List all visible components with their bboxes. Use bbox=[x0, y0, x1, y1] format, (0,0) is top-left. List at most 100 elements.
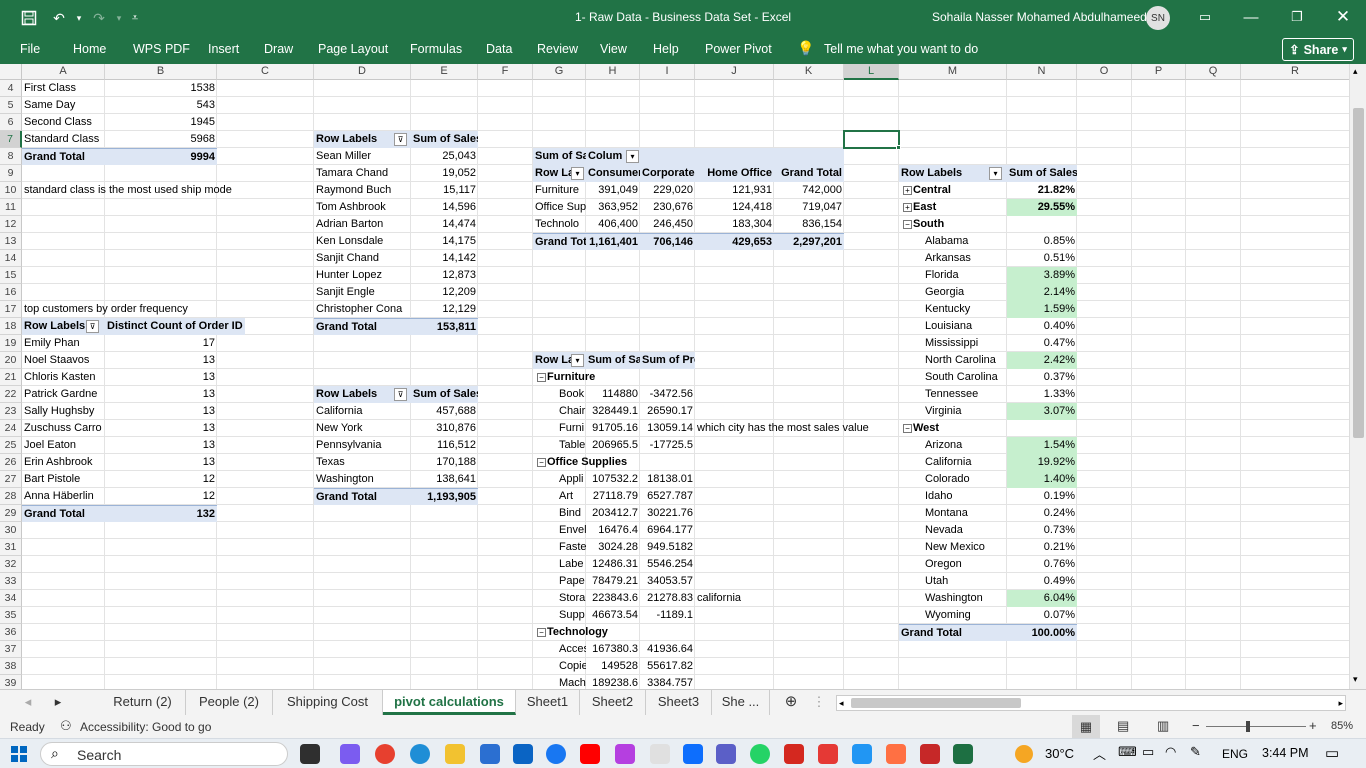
wifi-icon[interactable]: ◠ bbox=[1165, 744, 1176, 760]
expand-icon[interactable]: + bbox=[903, 186, 912, 195]
tab-page-layout[interactable]: Page Layout bbox=[318, 42, 388, 56]
column-header-q[interactable]: Q bbox=[1186, 64, 1241, 80]
row-header-37[interactable]: 37 bbox=[0, 641, 22, 658]
windows-start-icon[interactable] bbox=[11, 746, 27, 762]
facebook-icon[interactable] bbox=[546, 744, 566, 764]
row-header-33[interactable]: 33 bbox=[0, 573, 22, 590]
store-icon[interactable] bbox=[480, 744, 500, 764]
row-header-31[interactable]: 31 bbox=[0, 539, 22, 556]
row-header-26[interactable]: 26 bbox=[0, 454, 22, 471]
pdf-icon[interactable] bbox=[818, 744, 838, 764]
collapse-icon[interactable]: − bbox=[537, 373, 546, 382]
column-header-h[interactable]: H bbox=[586, 64, 640, 80]
redo-icon[interactable]: ↷ bbox=[88, 7, 110, 29]
row-header-8[interactable]: 8 bbox=[0, 148, 22, 165]
vertical-scroll-thumb[interactable] bbox=[1353, 108, 1364, 438]
scroll-left-icon[interactable]: ◂ bbox=[839, 696, 844, 710]
pen-icon[interactable]: ✎ bbox=[1190, 744, 1201, 760]
row-header-13[interactable]: 13 bbox=[0, 233, 22, 250]
sheet-tab[interactable]: Sheet2 bbox=[580, 690, 646, 715]
column-header-p[interactable]: P bbox=[1132, 64, 1186, 80]
vertical-scrollbar[interactable]: ▴ ▾ bbox=[1349, 64, 1366, 689]
scroll-up-icon[interactable]: ▴ bbox=[1353, 66, 1358, 77]
weather-icon[interactable] bbox=[1015, 745, 1033, 763]
row-header-14[interactable]: 14 bbox=[0, 250, 22, 267]
column-header-l[interactable]: L bbox=[844, 64, 899, 80]
column-header-i[interactable]: I bbox=[640, 64, 695, 80]
column-header-d[interactable]: D bbox=[314, 64, 411, 80]
minimize-button[interactable]: — bbox=[1236, 6, 1266, 28]
select-all-corner[interactable] bbox=[0, 64, 22, 80]
tab-wps-pdf[interactable]: WPS PDF bbox=[133, 42, 190, 56]
column-header-g[interactable]: G bbox=[533, 64, 586, 80]
row-header-6[interactable]: 6 bbox=[0, 114, 22, 131]
zoom-slider-thumb[interactable] bbox=[1246, 721, 1250, 732]
row-header-34[interactable]: 34 bbox=[0, 590, 22, 607]
column-header-o[interactable]: O bbox=[1077, 64, 1132, 80]
row-header-18[interactable]: 18 bbox=[0, 318, 22, 335]
youtube-icon[interactable] bbox=[580, 744, 600, 764]
zoom-level[interactable]: 85% bbox=[1331, 720, 1353, 732]
task-view-icon[interactable] bbox=[300, 744, 320, 764]
column-header-a[interactable]: A bbox=[22, 64, 105, 80]
undo-dropdown-icon[interactable]: ▾ bbox=[68, 7, 90, 29]
taskbar-search-box[interactable]: ⌕ Search bbox=[40, 742, 288, 766]
next-sheet-icon[interactable]: ▸ bbox=[46, 690, 70, 715]
page-break-view-icon[interactable]: ▥ bbox=[1157, 718, 1169, 734]
tab-file[interactable]: File bbox=[20, 42, 40, 56]
row-header-12[interactable]: 12 bbox=[0, 216, 22, 233]
row-header-17[interactable]: 17 bbox=[0, 301, 22, 318]
teams-icon[interactable] bbox=[716, 744, 736, 764]
row-header-27[interactable]: 27 bbox=[0, 471, 22, 488]
sheet-tab[interactable]: She ... bbox=[712, 690, 770, 715]
clock[interactable]: 3:44 PM bbox=[1262, 746, 1309, 760]
share-button[interactable]: ⇪ Share ▾ bbox=[1282, 38, 1354, 61]
collapse-icon[interactable]: − bbox=[903, 220, 912, 229]
filter-dropdown-icon[interactable]: ▾ bbox=[989, 167, 1002, 180]
copilot-icon[interactable] bbox=[340, 744, 360, 764]
tab-review[interactable]: Review bbox=[537, 42, 578, 56]
ribbon-display-icon[interactable]: ▭ bbox=[1190, 6, 1220, 28]
save-icon[interactable] bbox=[18, 7, 40, 29]
outlook-icon[interactable] bbox=[513, 744, 533, 764]
column-header-r[interactable]: R bbox=[1241, 64, 1350, 80]
horizontal-scroll-thumb[interactable] bbox=[851, 698, 1021, 708]
fill-handle[interactable] bbox=[896, 145, 901, 150]
zoom-in-icon[interactable]: + bbox=[1309, 718, 1317, 733]
weather-temp[interactable]: 30°C bbox=[1045, 746, 1074, 761]
row-header-28[interactable]: 28 bbox=[0, 488, 22, 505]
tab-formulas[interactable]: Formulas bbox=[410, 42, 462, 56]
page-layout-view-icon[interactable]: ▤ bbox=[1117, 718, 1129, 734]
row-header-19[interactable]: 19 bbox=[0, 335, 22, 352]
row-header-7[interactable]: 7 bbox=[0, 131, 22, 148]
active-cell[interactable] bbox=[843, 130, 900, 149]
tab-split-handle[interactable]: ⋮ bbox=[812, 690, 826, 715]
notifications-icon[interactable]: ▭ bbox=[1325, 744, 1339, 762]
sheet-tab[interactable]: Sheet3 bbox=[646, 690, 712, 715]
column-header-f[interactable]: F bbox=[478, 64, 533, 80]
accessibility-status[interactable]: Accessibility: Good to go bbox=[80, 720, 211, 734]
whatsapp-icon[interactable] bbox=[750, 744, 770, 764]
excel-taskbar-icon[interactable] bbox=[953, 744, 973, 764]
expand-icon[interactable]: + bbox=[903, 203, 912, 212]
tab-help[interactable]: Help bbox=[653, 42, 679, 56]
maximize-button[interactable]: ❐ bbox=[1282, 6, 1312, 28]
column-header-n[interactable]: N bbox=[1007, 64, 1077, 80]
row-header-11[interactable]: 11 bbox=[0, 199, 22, 216]
row-header-5[interactable]: 5 bbox=[0, 97, 22, 114]
row-header-9[interactable]: 9 bbox=[0, 165, 22, 182]
wps-icon[interactable] bbox=[784, 744, 804, 764]
row-header-39[interactable]: 39 bbox=[0, 675, 22, 689]
row-header-29[interactable]: 29 bbox=[0, 505, 22, 522]
add-sheet-icon[interactable]: ⊕ bbox=[780, 690, 802, 715]
row-header-4[interactable]: 4 bbox=[0, 80, 22, 97]
row-header-21[interactable]: 21 bbox=[0, 369, 22, 386]
row-header-16[interactable]: 16 bbox=[0, 284, 22, 301]
app-icon-2[interactable] bbox=[650, 744, 670, 764]
row-header-24[interactable]: 24 bbox=[0, 420, 22, 437]
app-icon-1[interactable] bbox=[615, 744, 635, 764]
close-button[interactable]: ✕ bbox=[1328, 6, 1358, 28]
tell-me-search[interactable]: Tell me what you want to do bbox=[824, 42, 978, 56]
tab-power-pivot[interactable]: Power Pivot bbox=[705, 42, 772, 56]
photos-icon[interactable] bbox=[852, 744, 872, 764]
